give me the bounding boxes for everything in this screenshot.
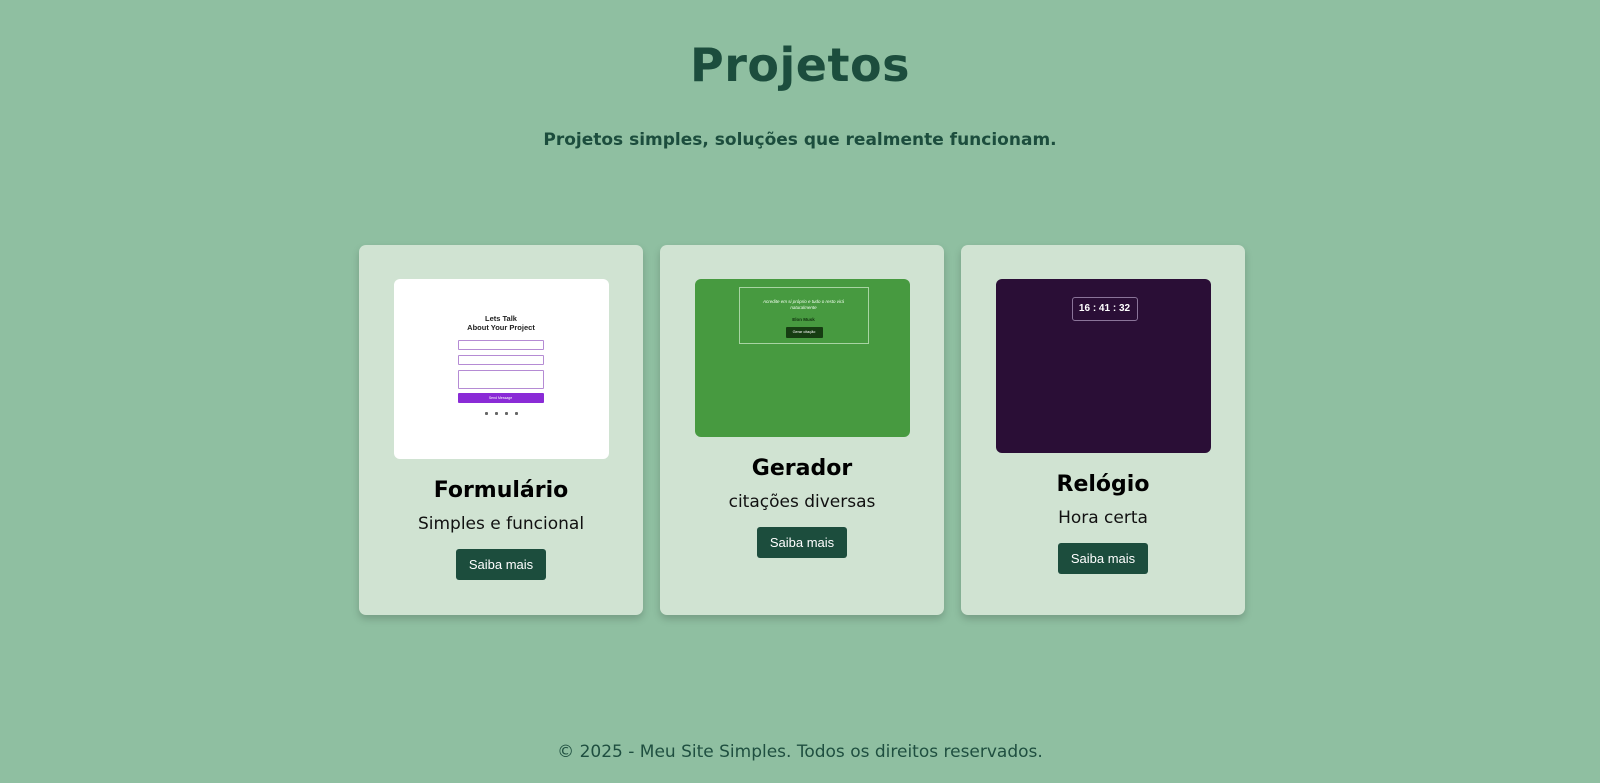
project-title: Gerador [751,456,853,481]
preview-quote-box: Acredite em si próprio e tudo o resto vi… [738,287,869,344]
preview-quote-author: Elon Musk [792,317,815,322]
page-subtitle: Projetos simples, soluções que realmente… [543,130,1057,150]
preview-name-field [457,340,544,350]
project-card-gerador: Acredite em si próprio e tudo o resto vi… [660,245,944,615]
preview-clock-display: 16 : 41 : 32 [1071,297,1138,321]
preview-heading: Lets Talk [485,314,517,323]
preview-message-field [457,370,544,389]
preview-email-field [457,355,544,365]
project-title: Formulário [433,478,569,503]
projects-grid: Lets Talk About Your Project Send Messag… [359,245,1245,615]
preview-social-icon [484,412,488,415]
project-thumbnail-gerador: Acredite em si próprio e tudo o resto vi… [694,279,910,437]
preview-subheading: About Your Project [467,323,535,332]
project-description: citações diversas [728,492,876,512]
project-thumbnail-relogio: 16 : 41 : 32 [995,279,1211,453]
project-card-formulario: Lets Talk About Your Project Send Messag… [359,245,643,615]
project-description: Hora certa [1058,508,1148,528]
project-description: Simples e funcional [417,514,585,534]
project-title: Relógio [1056,472,1150,497]
preview-quote-text: Acredite em si próprio e tudo o resto vi… [762,299,845,310]
page-title: Projetos [690,38,910,92]
saiba-mais-button[interactable]: Saiba mais [455,549,547,580]
project-thumbnail-formulario: Lets Talk About Your Project Send Messag… [393,279,609,459]
saiba-mais-button[interactable]: Saiba mais [756,527,848,558]
preview-generate-button: Gerar citação [785,327,823,338]
preview-send-button: Send Message [457,393,544,403]
preview-social-icon [494,412,498,415]
project-card-relogio: 16 : 41 : 32 Relógio Hora certa Saiba ma… [961,245,1245,615]
preview-social-icon [514,412,518,415]
footer-copyright: © 2025 - Meu Site Simples. Todos os dire… [557,742,1043,762]
saiba-mais-button[interactable]: Saiba mais [1057,543,1149,574]
preview-social-icon [504,412,508,415]
